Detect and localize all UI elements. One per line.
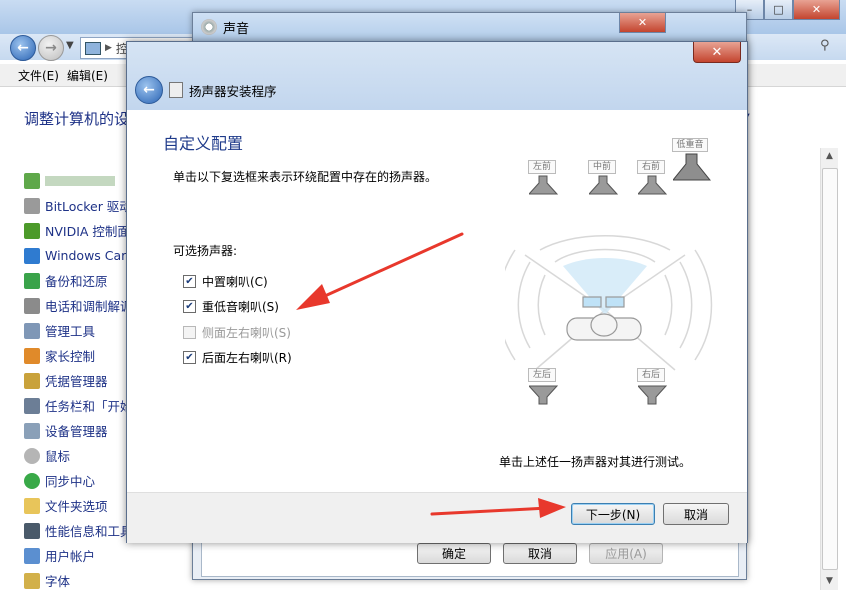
front-right-label: 右前 — [637, 160, 665, 174]
credential-manager-icon — [24, 372, 40, 389]
subwoofer-speaker-icon[interactable] — [673, 152, 711, 182]
computer-icon — [85, 41, 101, 55]
mouse-icon — [24, 447, 40, 464]
folder-options-icon — [24, 497, 40, 514]
rear-left-label: 左后 — [528, 368, 556, 382]
optional-speakers-label: 可选扬声器: — [173, 244, 238, 258]
cp-item-label: 管理工具 — [45, 324, 96, 339]
cp-item-label: 鼠标 — [45, 449, 71, 464]
subwoofer-checkbox[interactable]: ✔ 重低音喇叭(S) — [183, 298, 279, 315]
wizard-cancel-button[interactable]: 取消 — [663, 503, 729, 525]
front-left-label: 左前 — [528, 160, 556, 174]
wizard-back-button[interactable]: ← — [135, 76, 163, 104]
subwoofer-label: 低重音 — [672, 138, 708, 152]
window-controls: – □ ✕ — [735, 0, 840, 20]
cancel-button[interactable]: 取消 — [503, 543, 577, 564]
cp-item-label: 字体 — [45, 574, 71, 589]
sound-dialog-buttons: 确定 取消 应用(A) — [417, 543, 663, 564]
windows-cardspace-icon — [24, 247, 40, 264]
cp-item-label: 设备管理器 — [45, 424, 108, 439]
blurred-item-icon — [24, 172, 40, 189]
cp-item-label: Windows Card — [45, 248, 135, 263]
speaker-icon — [201, 19, 217, 35]
blurred-text — [45, 175, 115, 186]
cp-item-label: 同步中心 — [45, 474, 96, 489]
performance-icon — [24, 522, 40, 539]
vertical-scrollbar[interactable]: ▲ ▼ — [820, 148, 838, 590]
taskbar-icon — [24, 397, 40, 414]
bitlocker-icon — [24, 197, 40, 214]
history-dropdown-icon[interactable]: ▼ — [66, 40, 74, 51]
checkbox-checked-icon[interactable]: ✔ — [183, 300, 196, 313]
cp-item-fonts[interactable]: 字体 — [24, 568, 144, 593]
front-right-speaker-icon[interactable] — [638, 174, 668, 196]
checkbox-label: 侧面左右喇叭(S) — [202, 326, 291, 340]
rear-right-speaker-icon[interactable] — [638, 384, 668, 406]
backup-icon — [24, 272, 40, 289]
scroll-up-icon[interactable]: ▲ — [821, 148, 838, 165]
search-icon[interactable]: ⚲ — [820, 38, 836, 54]
room-illustration — [497, 235, 713, 371]
front-left-speaker-icon[interactable] — [529, 174, 559, 196]
page-title: 调整计算机的设 — [24, 110, 130, 128]
speaker-setup-icon — [169, 82, 183, 98]
phone-modem-icon — [24, 297, 40, 314]
checkbox-label: 重低音喇叭(S) — [202, 300, 279, 314]
apply-button[interactable]: 应用(A) — [589, 543, 663, 564]
cp-item-user-accounts[interactable]: 用户帐户 — [24, 543, 144, 568]
sound-close-button[interactable]: ✕ — [619, 13, 666, 33]
forward-button[interactable]: → — [38, 35, 64, 61]
cp-item-label: 任务栏和「开始 — [45, 399, 133, 414]
cp-item-label: 用户帐户 — [45, 549, 96, 564]
cp-item-label: 家长控制 — [45, 349, 96, 364]
wizard-close-button[interactable]: ✕ — [693, 42, 741, 63]
wizard-title: 扬声器安装程序 — [189, 84, 277, 99]
speaker-setup-wizard: ✕ ← 扬声器安装程序 自定义配置 单击以下复选框来表示环绕配置中存在的扬声器。… — [126, 41, 748, 543]
parental-controls-icon — [24, 347, 40, 364]
side-speakers-checkbox[interactable]: 侧面左右喇叭(S) — [183, 324, 291, 341]
cp-item-label: 电话和调制解调 — [45, 299, 133, 314]
next-button[interactable]: 下一步(N) — [571, 503, 655, 525]
cp-item-label: 备份和还原 — [45, 274, 108, 289]
checkbox-unchecked-icon[interactable] — [183, 326, 196, 339]
device-manager-icon — [24, 422, 40, 439]
cp-item-label: NVIDIA 控制面 — [45, 224, 130, 239]
cp-item-label: 凭据管理器 — [45, 374, 108, 389]
front-center-label: 中前 — [588, 160, 616, 174]
breadcrumb-separator-icon: ▶ — [105, 43, 112, 53]
checkbox-checked-icon[interactable]: ✔ — [183, 351, 196, 364]
admin-tools-icon — [24, 322, 40, 339]
user-accounts-icon — [24, 547, 40, 564]
maximize-button[interactable]: □ — [764, 0, 793, 20]
center-speaker-checkbox[interactable]: ✔ 中置喇叭(C) — [183, 273, 268, 290]
nvidia-icon — [24, 222, 40, 239]
scroll-down-icon[interactable]: ▼ — [821, 573, 838, 590]
close-button[interactable]: ✕ — [793, 0, 840, 20]
sound-dialog-title: 声音 — [223, 22, 250, 37]
ok-button[interactable]: 确定 — [417, 543, 491, 564]
rear-left-speaker-icon[interactable] — [529, 384, 559, 406]
scroll-thumb[interactable] — [822, 168, 838, 570]
menu-file[interactable]: 文件(E) — [0, 67, 67, 84]
wizard-instruction: 单击以下复选框来表示环绕配置中存在的扬声器。 — [173, 170, 438, 184]
rear-speakers-checkbox[interactable]: ✔ 后面左右喇叭(R) — [183, 349, 292, 366]
sync-center-icon — [24, 472, 40, 489]
cp-item-label: 文件夹选项 — [45, 499, 108, 514]
back-button[interactable]: ← — [10, 35, 36, 61]
checkbox-label: 后面左右喇叭(R) — [202, 351, 292, 365]
checkbox-label: 中置喇叭(C) — [202, 275, 268, 289]
cp-item-label: BitLocker 驱动 — [45, 199, 132, 214]
menu-edit[interactable]: 编辑(E) — [67, 67, 116, 84]
fonts-icon — [24, 572, 40, 589]
speaker-layout-diagram: 左前 中前 右前 低重音 左后 右后 — [497, 138, 725, 420]
front-center-speaker-icon[interactable] — [589, 174, 619, 196]
wizard-heading: 自定义配置 — [163, 134, 244, 153]
test-speaker-hint: 单击上述任一扬声器对其进行测试。 — [499, 455, 692, 469]
cp-item-label: 性能信息和工具 — [45, 524, 133, 539]
rear-right-label: 右后 — [637, 368, 665, 382]
checkbox-checked-icon[interactable]: ✔ — [183, 275, 196, 288]
